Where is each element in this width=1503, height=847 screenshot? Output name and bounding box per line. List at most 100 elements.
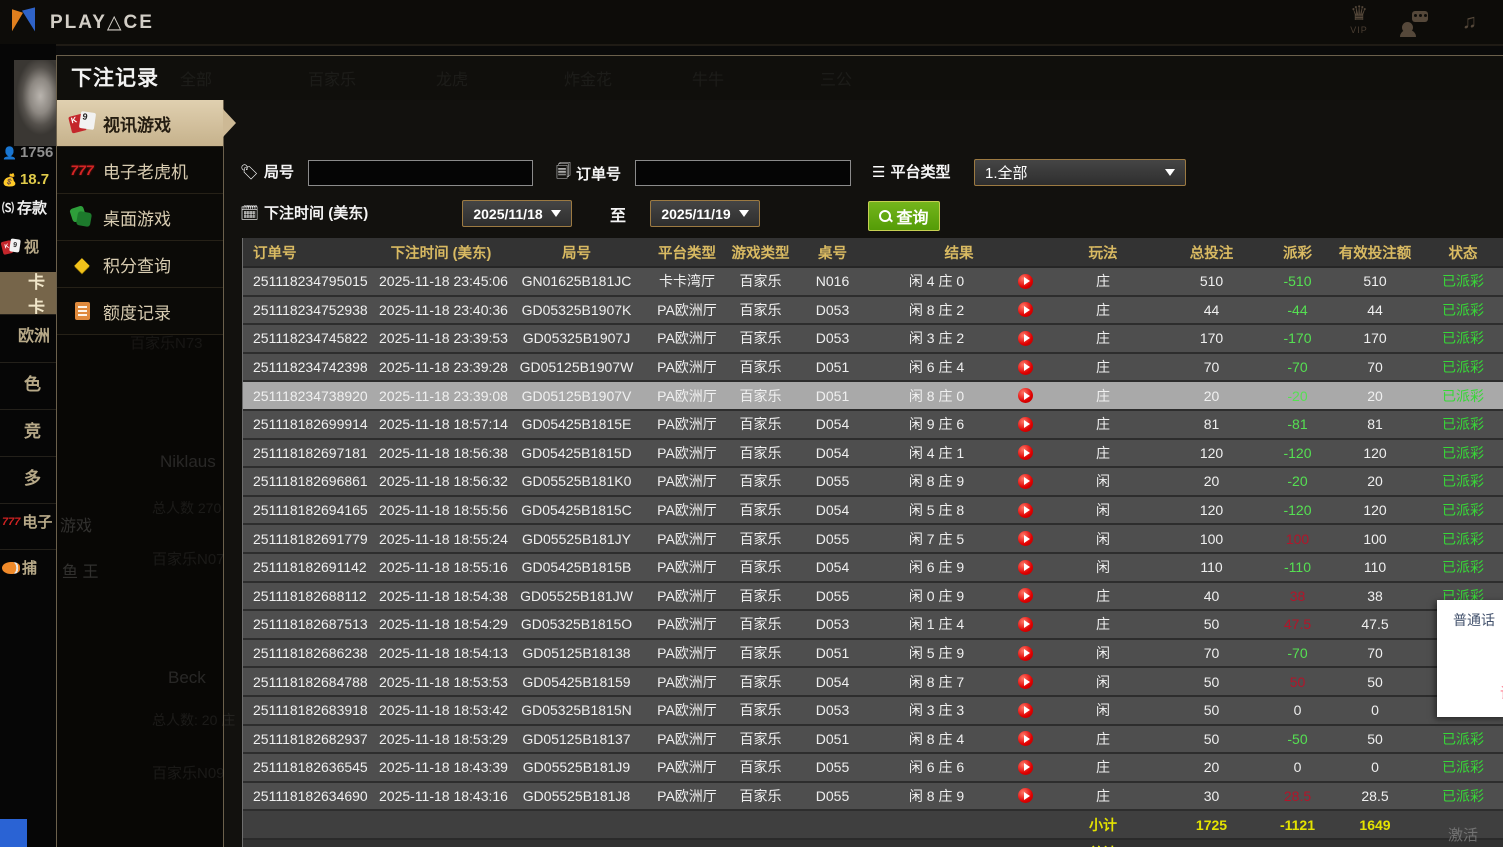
nav-video-games[interactable]: K9 视 — [0, 236, 56, 257]
table-row[interactable]: 2511181826862382025-11-18 18:54:13GD0512… — [243, 640, 1503, 669]
subtotal-payout: -1121 — [1265, 811, 1330, 838]
sidebar-item-diamond[interactable]: ◆积分查询 — [57, 241, 223, 288]
replay-play-icon[interactable] — [1018, 646, 1033, 661]
cell-play-type: 闲 — [1048, 640, 1158, 667]
nav-europe-hall[interactable]: 欧洲 — [0, 322, 56, 346]
replay-play-icon[interactable] — [1018, 417, 1033, 432]
round-no-input[interactable] — [308, 160, 533, 186]
sidebar-item-cards[interactable]: K9视讯游戏 — [57, 100, 223, 147]
table-row[interactable]: 2511181826911422025-11-18 18:55:16GD0542… — [243, 554, 1503, 583]
cell-table-no: D051 — [795, 382, 870, 409]
user-avatar[interactable] — [14, 60, 56, 146]
replay-play-icon[interactable] — [1018, 331, 1033, 346]
cell-payout: -50 — [1265, 726, 1330, 753]
replay-play-icon[interactable] — [1018, 274, 1033, 289]
chevron-down-icon — [1165, 169, 1175, 176]
cell-bet-time: 2025-11-18 18:53:53 — [377, 668, 505, 695]
cell-table-no: D055 — [795, 754, 870, 781]
nav-slots[interactable]: 777 电子 — [0, 511, 56, 532]
cell-total-bet: 120 — [1158, 440, 1265, 467]
table-row[interactable]: 2511181826999142025-11-18 18:57:14GD0542… — [243, 411, 1503, 440]
replay-play-icon[interactable] — [1018, 474, 1033, 489]
cell-replay — [1003, 754, 1048, 781]
language-option-mandarin[interactable]: 普通话 — [1453, 610, 1503, 630]
table-row[interactable]: 2511181826365452025-11-18 18:43:39GD0552… — [243, 754, 1503, 783]
table-row[interactable]: 2511181826971812025-11-18 18:56:38GD0542… — [243, 440, 1503, 469]
cell-bet-time: 2025-11-18 18:55:56 — [377, 497, 505, 524]
cell-order-no: 251118182686238 — [243, 640, 377, 667]
cell-platform: PA欧洲厅 — [648, 783, 726, 810]
replay-play-icon[interactable] — [1018, 388, 1033, 403]
table-row[interactable]: 2511182347529382025-11-18 23:40:36GD0532… — [243, 297, 1503, 326]
cell-status: 已派彩 — [1420, 354, 1503, 381]
table-row[interactable]: 2511181826881122025-11-18 18:54:38GD0552… — [243, 583, 1503, 612]
replay-play-icon[interactable] — [1018, 588, 1033, 603]
sidebar-item-777[interactable]: 777电子老虎机 — [57, 147, 223, 194]
table-row[interactable]: 2511181826847882025-11-18 18:53:53GD0542… — [243, 668, 1503, 697]
nav-jing[interactable]: 竞 — [0, 417, 56, 442]
column-header: 订单号 — [243, 238, 377, 266]
replay-play-icon[interactable] — [1018, 445, 1033, 460]
replay-play-icon[interactable] — [1018, 360, 1033, 375]
cell-valid-bet: 120 — [1330, 497, 1420, 524]
nav-fishing[interactable]: 捕 — [0, 557, 56, 578]
sidebar-item-table[interactable]: 桌面游戏 — [57, 194, 223, 241]
deposit-button[interactable]: 🄢 存款 — [0, 197, 56, 218]
cell-platform: PA欧洲厅 — [648, 611, 726, 638]
nav-kaka-hall[interactable]: 卡卡 — [0, 272, 56, 314]
cell-platform: PA欧洲厅 — [648, 583, 726, 610]
cell-game-type: 百家乐 — [726, 583, 795, 610]
replay-play-icon[interactable] — [1018, 788, 1033, 803]
table-row[interactable]: 2511181826941652025-11-18 18:55:56GD0542… — [243, 497, 1503, 526]
cell-round-no: GD05425B18159 — [505, 668, 648, 695]
cell-platform: PA欧洲厅 — [648, 668, 726, 695]
table-row[interactable]: 2511181826829372025-11-18 18:53:29GD0512… — [243, 726, 1503, 755]
table-row[interactable]: 2511181826917792025-11-18 18:55:24GD0552… — [243, 525, 1503, 554]
table-row[interactable]: 2511182347458222025-11-18 23:39:53GD0532… — [243, 325, 1503, 354]
cell-table-no: D055 — [795, 468, 870, 495]
table-row[interactable]: 2511181826968612025-11-18 18:56:32GD0552… — [243, 468, 1503, 497]
cell-play-type: 庄 — [1048, 754, 1158, 781]
cell-platform: PA欧洲厅 — [648, 411, 726, 438]
table-row[interactable]: 2511181826839182025-11-18 18:53:42GD0532… — [243, 697, 1503, 726]
vip-icon[interactable]: ♛ VIP — [1350, 6, 1368, 38]
cell-payout: -120 — [1265, 497, 1330, 524]
cell-result: 闲 9 庄 6 — [870, 411, 1003, 438]
date-from-picker[interactable]: 2025/11/18 — [462, 200, 572, 227]
replay-play-icon[interactable] — [1018, 760, 1033, 775]
table-row[interactable]: 2511181826346902025-11-18 18:43:16GD0552… — [243, 783, 1503, 812]
customer-service-icon[interactable] — [1402, 11, 1428, 33]
order-no-input[interactable] — [635, 160, 851, 186]
sidebar-item-doc[interactable]: 额度记录 — [57, 288, 223, 335]
cell-game-type: 百家乐 — [726, 640, 795, 667]
query-button[interactable]: 查询 — [868, 201, 940, 231]
table-row[interactable]: 2511181826875132025-11-18 18:54:29GD0532… — [243, 611, 1503, 640]
table-row[interactable]: 2511182347950152025-11-18 23:45:06GN0162… — [243, 268, 1503, 297]
music-icon[interactable]: ♫ — [1462, 14, 1477, 30]
cell-order-no: 251118182694165 — [243, 497, 377, 524]
replay-play-icon[interactable] — [1018, 731, 1033, 746]
cell-payout: -44 — [1265, 297, 1330, 324]
server-list-icon: ☰ — [872, 163, 885, 181]
nav-duo[interactable]: 多 — [0, 464, 56, 489]
doc-icon — [69, 299, 95, 323]
cell-bet-time: 2025-11-18 18:54:29 — [377, 611, 505, 638]
cell-table-no: D054 — [795, 440, 870, 467]
platform-type-select[interactable]: 1.全部 — [974, 159, 1186, 186]
replay-play-icon[interactable] — [1018, 560, 1033, 575]
replay-play-icon[interactable] — [1018, 531, 1033, 546]
nav-se[interactable]: 色 — [0, 370, 56, 395]
cell-round-no: GD05525B181J9 — [505, 754, 648, 781]
replay-play-icon[interactable] — [1018, 674, 1033, 689]
cell-platform: PA欧洲厅 — [648, 325, 726, 352]
replay-play-icon[interactable] — [1018, 503, 1033, 518]
cell-order-no: 251118182696861 — [243, 468, 377, 495]
cell-platform: PA欧洲厅 — [648, 554, 726, 581]
replay-play-icon[interactable] — [1018, 617, 1033, 632]
playace-logo[interactable]: PLAY△CE — [12, 9, 154, 35]
replay-play-icon[interactable] — [1018, 302, 1033, 317]
replay-play-icon[interactable] — [1018, 703, 1033, 718]
date-to-picker[interactable]: 2025/11/19 — [650, 200, 760, 227]
table-row[interactable]: 2511182347423982025-11-18 23:39:28GD0512… — [243, 354, 1503, 383]
table-row[interactable]: 2511182347389202025-11-18 23:39:08GD0512… — [243, 382, 1503, 411]
